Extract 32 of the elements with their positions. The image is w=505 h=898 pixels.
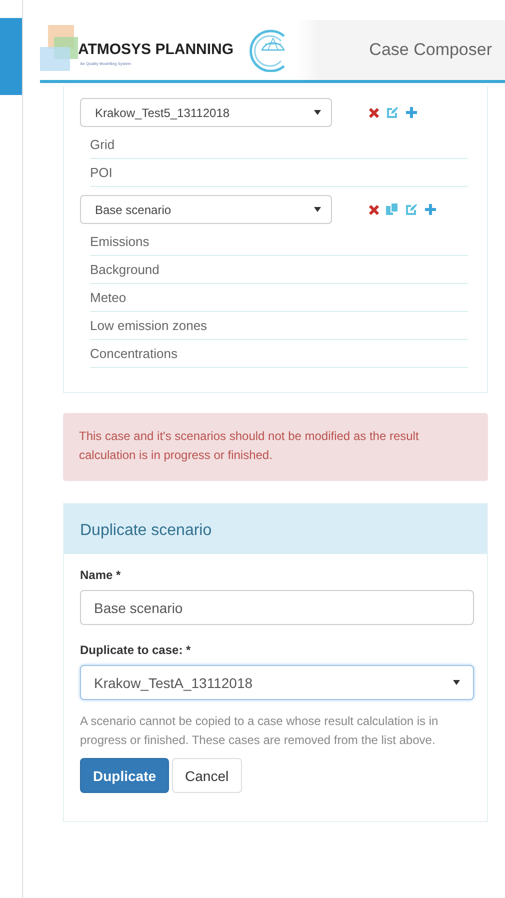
field-label: Duplicate to case: * [80,643,192,657]
delete-icon[interactable] [368,204,380,216]
copy-icon[interactable] [386,203,399,216]
list-item[interactable]: Grid [90,131,468,159]
panel-title: Duplicate scenario [64,504,487,554]
cancel-button[interactable]: Cancel [172,758,242,793]
caret-icon [453,680,460,685]
list-item[interactable]: Emissions [90,228,468,256]
duplicate-button[interactable]: Duplicate [80,758,170,793]
field-label: Name * [80,568,122,582]
case-dropdown[interactable]: Krakow_TestA_13112018 [80,665,474,700]
list-item[interactable]: Meteo [90,284,468,312]
warning-alert: This case and it's scenarios should not be modified as the result calculation is in progress or finished. [63,413,488,481]
help-text: A scenario cannot be copied to a case whose result calculation is in progress or finished. These cases are removed from the list above. [80,713,440,749]
list-item[interactable]: Low emission zones [90,312,468,340]
add-icon[interactable] [424,203,437,216]
logo-text: ATMOSYS PLANNING [78,41,234,58]
dropdown[interactable]: Krakow_Test5_13112018 [80,98,332,127]
globe-arc-icon [248,28,288,72]
dropdown[interactable]: Base scenario [80,195,332,224]
list-item[interactable]: POI [90,159,468,187]
page-title: Case Composer [369,40,492,60]
add-icon[interactable] [405,106,418,119]
delete-icon[interactable] [368,106,380,118]
logo-icon [40,25,80,71]
edit-icon[interactable] [405,203,418,216]
list-item[interactable]: Background [90,256,468,284]
caret-icon [314,207,321,212]
list-item[interactable]: Concentrations [90,340,468,368]
edit-icon[interactable] [386,106,399,119]
caret-icon [314,110,321,115]
name-field[interactable]: Base scenario [80,590,474,625]
